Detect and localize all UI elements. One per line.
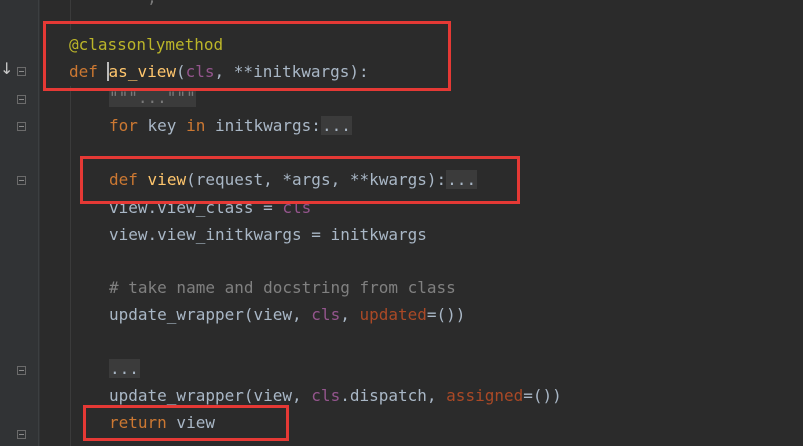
code-line-update-wrapper-2[interactable]: update_wrapper(view, cls.dispatch, assig…: [109, 386, 562, 406]
indent-guide: [70, 86, 71, 446]
code-line-as-view-def[interactable]: def as_view(cls, **initkwargs):: [69, 62, 369, 82]
code-line-docstring[interactable]: """...""": [109, 88, 196, 108]
decorator-text: @classonlymethod: [69, 35, 224, 54]
comment-text: # take name and docstring from class: [109, 278, 456, 297]
ellipsis-fold-placeholder[interactable]: ...: [109, 359, 140, 378]
code-line-view-def[interactable]: def view(request, *args, **kwargs):...: [109, 170, 478, 190]
cls-arg: cls: [311, 305, 341, 324]
code-line-partial: · · , · · ·: [70, 0, 243, 8]
arg-separator: ,: [340, 305, 360, 324]
assigned-kwarg: assigned: [446, 386, 524, 405]
for-fold-placeholder[interactable]: ...: [320, 116, 352, 135]
docstring-fold-placeholder[interactable]: """...""": [109, 88, 196, 107]
kwarg-value: =()): [523, 386, 562, 405]
code-line-comment[interactable]: # take name and docstring from class: [109, 278, 456, 298]
cls-param: cls: [185, 62, 215, 81]
view-initkwargs-assign: view.view_initkwargs = initkwargs: [109, 225, 427, 244]
def-keyword: def: [109, 170, 138, 189]
for-keyword: for: [109, 116, 138, 135]
update-wrapper-call: update_wrapper(view,: [109, 386, 312, 405]
code-line-decorator[interactable]: @classonlymethod: [69, 35, 223, 55]
as-view-function-name: as_view: [106, 62, 176, 81]
code-line-update-wrapper-1[interactable]: update_wrapper(view, cls, updated=()): [109, 305, 465, 325]
code-line-view-initkwargs[interactable]: view.view_initkwargs = initkwargs: [109, 225, 427, 245]
fold-toggle-icon[interactable]: [17, 430, 26, 439]
code-line-return[interactable]: return view: [109, 413, 215, 433]
code-line-folded-ellipsis[interactable]: ...: [109, 359, 140, 379]
def-keyword: def: [69, 62, 98, 81]
fold-toggle-icon[interactable]: [17, 366, 26, 375]
fold-toggle-icon[interactable]: [17, 67, 26, 76]
as-view-args: , **initkwargs):: [214, 62, 369, 81]
dispatch-attr: .dispatch,: [340, 386, 447, 405]
update-wrapper-call: update_wrapper(view,: [109, 305, 312, 324]
view-function-name: view: [147, 170, 187, 189]
view-class-assign: view.view_class =: [109, 198, 283, 217]
in-keyword: in: [186, 116, 206, 135]
paren: (: [175, 62, 186, 81]
return-keyword: return: [109, 413, 167, 432]
updated-kwarg: updated: [359, 305, 427, 324]
kwarg-value: =()): [426, 305, 466, 324]
cls-value: cls: [282, 198, 312, 217]
return-value: view: [166, 413, 215, 432]
execution-arrow-icon: ↓: [0, 59, 14, 78]
cls-arg: cls: [311, 386, 341, 405]
fold-toggle-icon[interactable]: [17, 95, 26, 104]
gutter-divider: [38, 0, 39, 446]
for-iterable: initkwargs:: [205, 116, 321, 135]
code-line-view-class[interactable]: view.view_class = cls: [109, 198, 311, 218]
fold-toggle-icon[interactable]: [17, 122, 26, 131]
view-args: (request, *args, **kwargs):: [186, 170, 447, 189]
fold-toggle-icon[interactable]: [17, 176, 26, 185]
for-variable: key: [137, 116, 187, 135]
code-line-for-loop[interactable]: for key in initkwargs:...: [109, 116, 352, 136]
view-fold-placeholder[interactable]: ...: [446, 170, 478, 189]
